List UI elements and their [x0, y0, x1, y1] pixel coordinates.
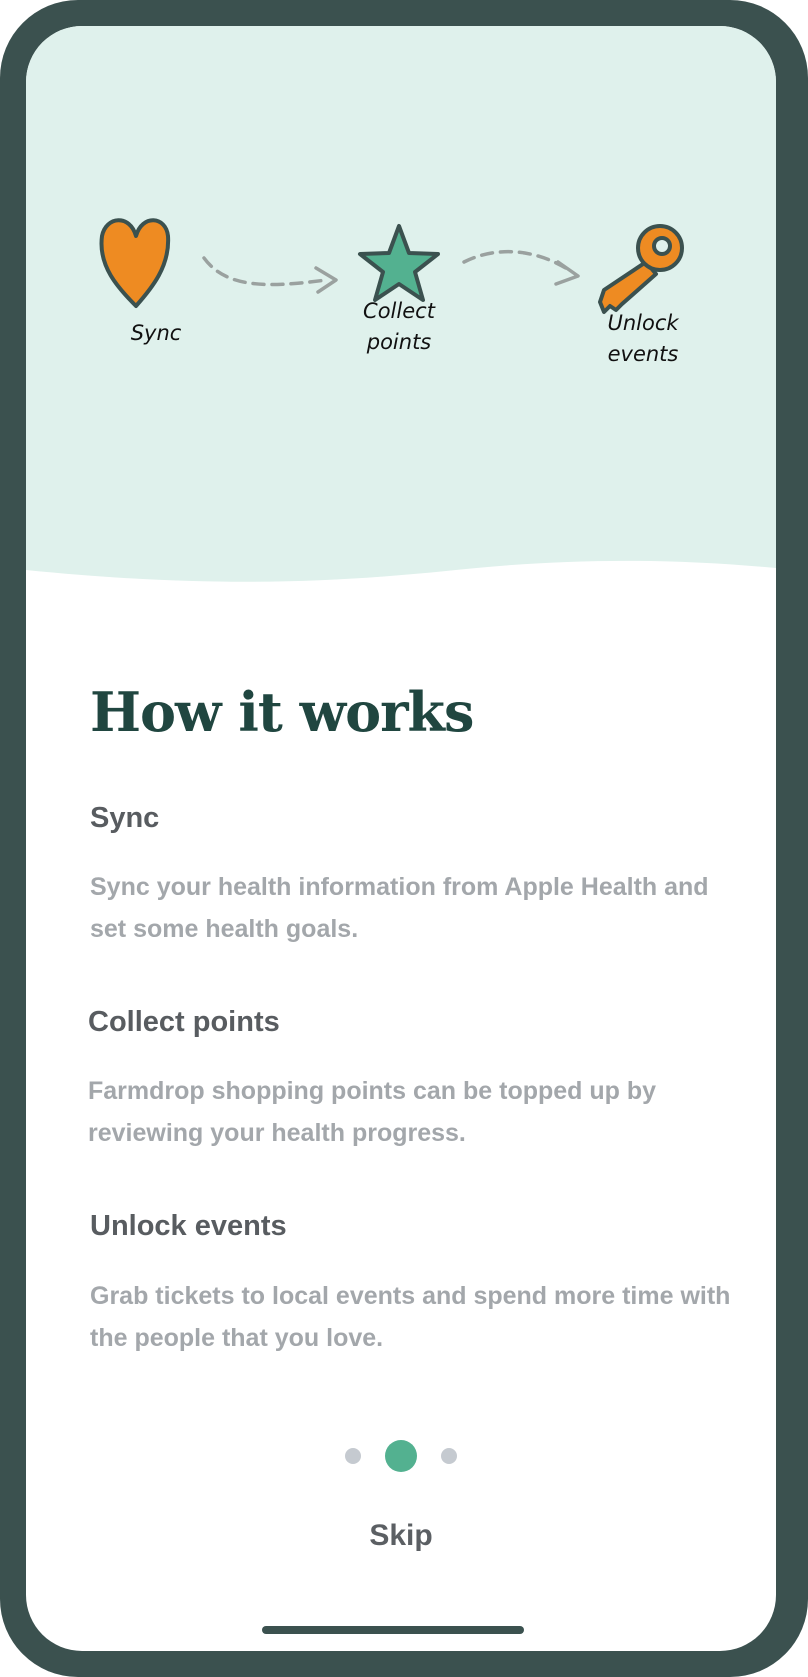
page-title: How it works [90, 680, 474, 744]
page-indicator [26, 1440, 776, 1472]
phone-frame: Sync Collect points Unlock events How it… [0, 0, 808, 1677]
item-heading-unlock-events: Unlock events [90, 1210, 287, 1242]
page-dot-1[interactable] [345, 1448, 361, 1464]
hero-illustration: Sync Collect points Unlock events [26, 26, 776, 626]
item-heading-collect-points: Collect points [88, 1006, 280, 1038]
skip-button[interactable]: Skip [26, 1519, 776, 1553]
item-body-unlock-events: Grab tickets to local events and spend m… [90, 1282, 731, 1352]
page-dot-2-active[interactable] [385, 1440, 417, 1472]
onboarding-screen: Sync Collect points Unlock events How it… [26, 26, 776, 1651]
step-label-sync: Sync [130, 321, 182, 345]
item-heading-sync: Sync [90, 802, 160, 834]
step-label-collect-points: Collect points [363, 299, 435, 354]
page-dot-3[interactable] [441, 1448, 457, 1464]
item-body-sync: Sync your health information from Apple … [90, 873, 709, 943]
step-label-unlock-events: Unlock events [607, 311, 679, 366]
item-body-collect-points: Farmdrop shopping points can be topped u… [88, 1077, 657, 1147]
home-indicator[interactable] [262, 1626, 524, 1634]
